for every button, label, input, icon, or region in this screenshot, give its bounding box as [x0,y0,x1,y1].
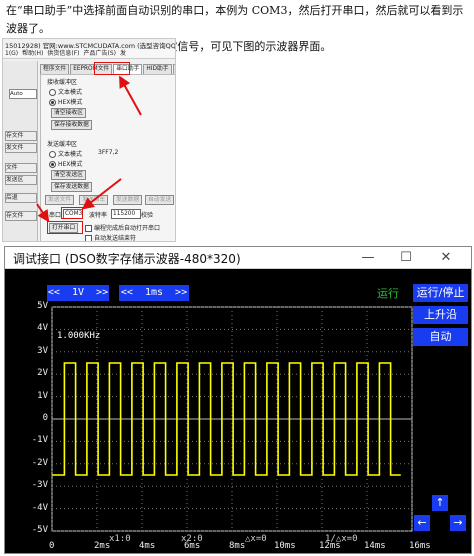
y-tick-label: 5V [37,301,48,311]
scope-plot [51,306,413,532]
cursor-inv-dx: 1/△x=0 [325,534,358,544]
y-tick-label: 2V [37,368,48,379]
window-titlebar: 调试接口 (DSO数字存储示波器-480*320) — ☐ ✕ [5,247,471,269]
close-icon[interactable]: ✕ [431,248,461,267]
x-tick-label: 16ms [409,541,431,551]
y-tick-label: -1V [31,435,48,446]
x-tick-label: 14ms [364,541,386,551]
scope-body: << 1V >> << 1ms >> 运行 运行/停止 上升沿 自动 ↑ ← →… [5,269,471,553]
y-tick-label: 4V [37,323,48,334]
cursor-x1: x1:0 [109,534,131,544]
x-tick-label: 4ms [139,541,156,551]
y-tick-label: 0 [42,413,48,423]
cursor-x2: x2:0 [181,534,203,544]
article-line-1: 在“串口助手”中选择前面自动识别的串口，本例为 COM3，然后打开串口，然后就可… [6,4,464,35]
x-tick-label: 10ms [274,541,296,551]
minimize-icon[interactable]: — [353,248,383,267]
x-tick-label: 8ms [229,541,246,551]
serial-tool-screenshot: 15012928) 官网:www.STCMCUDATA.com (选型咨询QQ:… [2,38,176,242]
maximize-icon[interactable]: ☐ [391,248,421,267]
y-tick-label: -3V [31,480,48,491]
y-tick-label: -5V [31,525,48,535]
y-tick-label: -4V [31,502,48,513]
x-tick-label: 0 [49,541,55,551]
y-tick-label: 3V [37,345,48,356]
x-tick-label: 2ms [94,541,111,551]
oscilloscope-window: 调试接口 (DSO数字存储示波器-480*320) — ☐ ✕ << 1V >>… [4,246,472,554]
cursor-dx: △x=0 [245,534,267,544]
y-tick-label: 1V [37,390,48,401]
frequency-readout: 1.000KHz [57,331,101,341]
window-title: 调试接口 (DSO数字存储示波器-480*320) [13,252,241,266]
annotation-arrows [36,75,142,223]
y-tick-label: -2V [31,457,48,468]
